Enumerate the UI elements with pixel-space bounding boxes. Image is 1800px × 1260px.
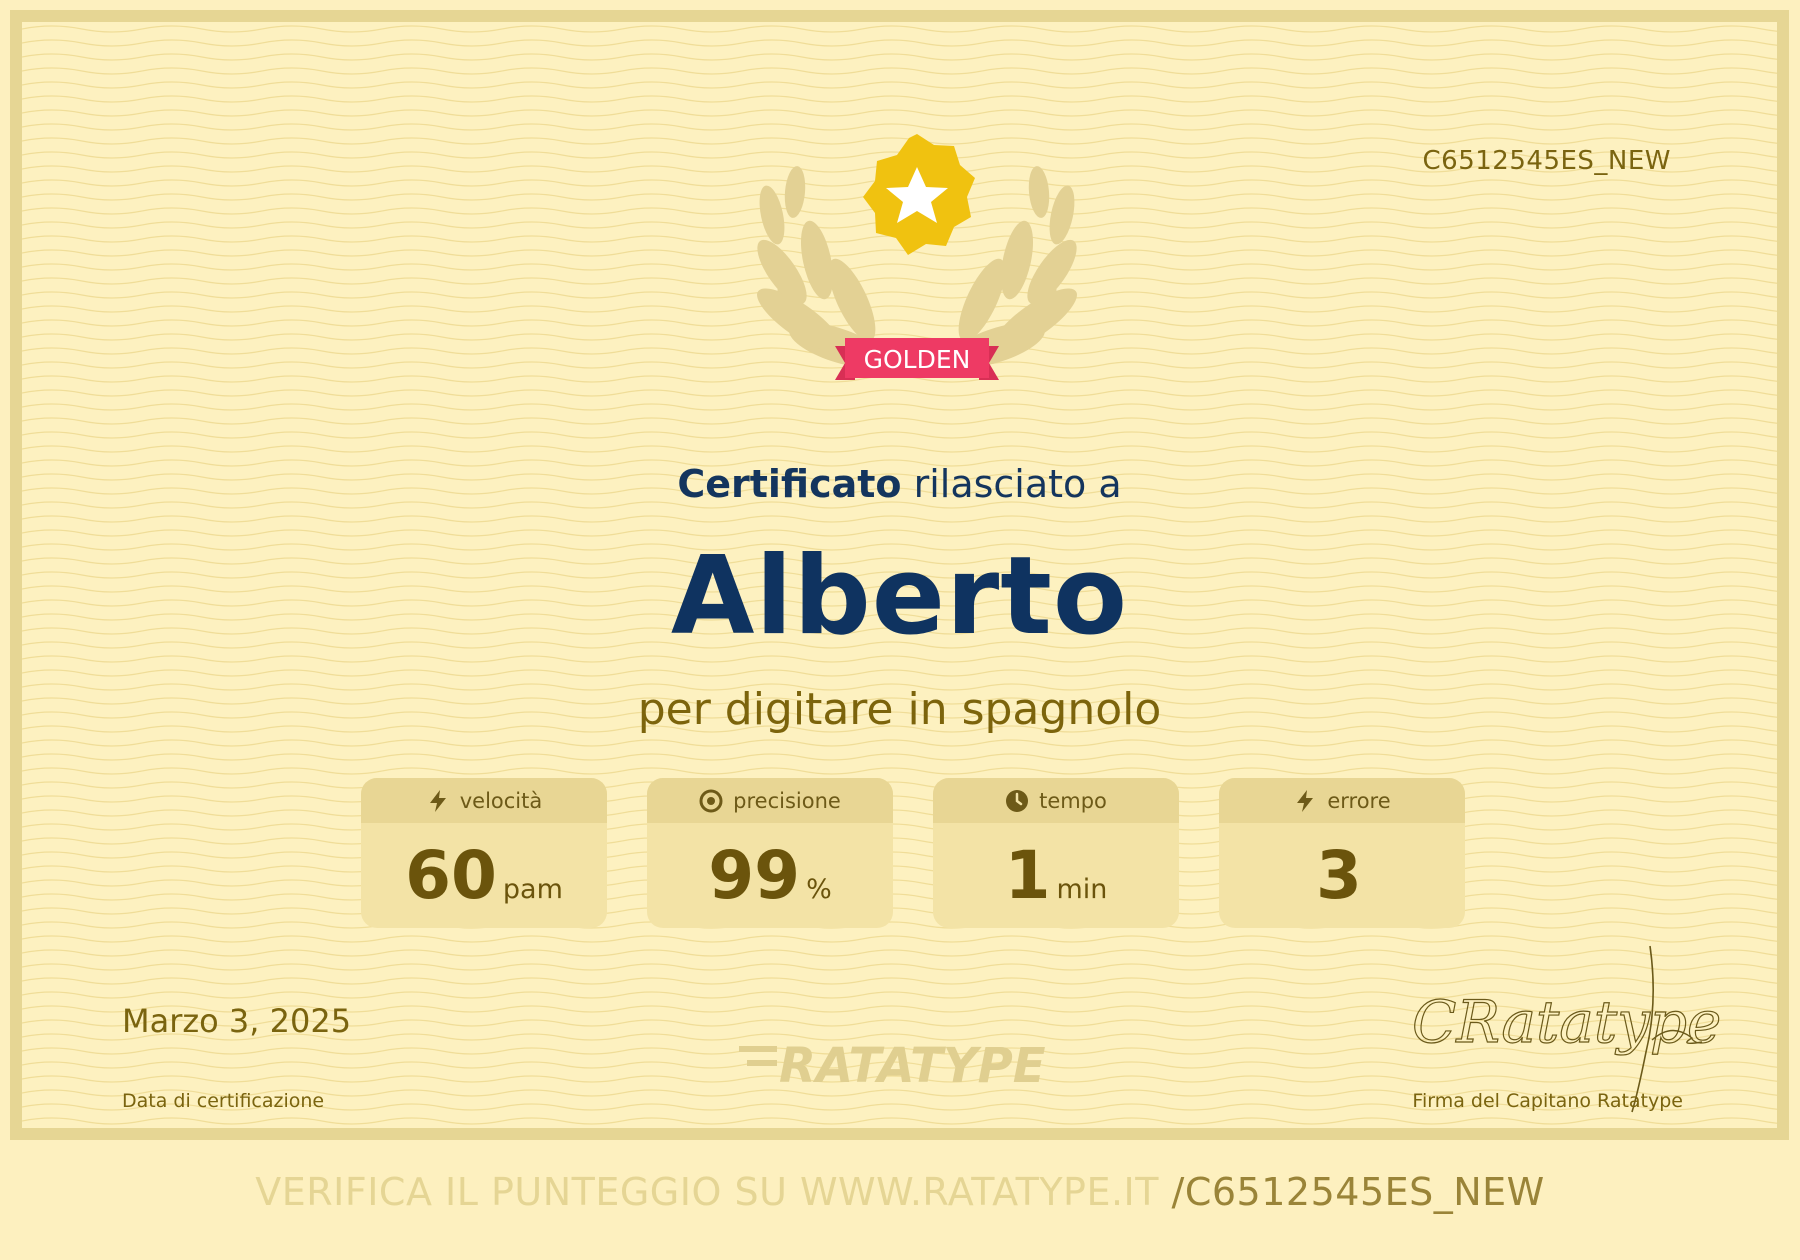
stats-row: velocità 60 pam precisione 99 % tempo 1 …: [361, 778, 1465, 928]
badge-label: GOLDEN: [864, 345, 971, 374]
heading-rest: rilasciato a: [901, 462, 1122, 506]
signature-label: Firma del Capitano Ratatype: [1412, 1090, 1683, 1112]
stat-value: 60: [405, 837, 497, 914]
stat-unit: min: [1056, 874, 1108, 905]
stat-unit: %: [806, 874, 832, 905]
star-badge-icon: [863, 134, 975, 255]
certificate: C6512545ES_NEW GOLDEN Certificato rilasc…: [10, 10, 1789, 1140]
stat-value: 3: [1316, 837, 1362, 914]
target-icon: [699, 789, 723, 812]
golden-emblem: GOLDEN: [757, 134, 1077, 380]
verify-footer: VERIFICA IL PUNTEGGIO SU WWW.RATATYPE.IT…: [0, 1170, 1800, 1214]
stat-value: 99: [708, 837, 801, 914]
stat-value: 1: [1004, 837, 1051, 914]
certification-date: Marzo 3, 2025: [122, 1002, 352, 1040]
certification-date-label: Data di certificazione: [122, 1090, 325, 1112]
recipient-name: Alberto: [670, 534, 1129, 659]
verify-id-link[interactable]: /C6512545ES_NEW: [1172, 1170, 1545, 1214]
stat-errors: errore 3: [1219, 778, 1465, 928]
lightning-icon: [1297, 789, 1314, 812]
clock-icon: [1006, 789, 1029, 812]
stat-speed: velocità 60 pam: [361, 778, 607, 928]
stat-unit: pam: [502, 874, 563, 905]
stat-accuracy: precisione 99 %: [647, 778, 893, 928]
stat-label: precisione: [733, 788, 841, 813]
certificate-heading: Certificato rilasciato a: [22, 462, 1777, 506]
ratatype-logo: RATATYPE: [739, 1038, 1046, 1092]
logo-text: RATATYPE: [779, 1038, 1046, 1092]
stat-label: velocità: [459, 788, 543, 813]
stat-time: tempo 1 min: [933, 778, 1179, 928]
verify-prefix: VERIFICA IL PUNTEGGIO SU WWW.RATATYPE.IT: [255, 1170, 1172, 1214]
stat-label: tempo: [1039, 788, 1107, 813]
certificate-subtitle: per digitare in spagnolo: [637, 684, 1162, 735]
heading-bold: Certificato: [677, 462, 902, 506]
stat-label: errore: [1327, 788, 1391, 813]
certificate-code: C6512545ES_NEW: [1422, 146, 1671, 176]
lightning-icon: [429, 789, 446, 812]
signature-text: CRatatype: [1412, 988, 1721, 1056]
